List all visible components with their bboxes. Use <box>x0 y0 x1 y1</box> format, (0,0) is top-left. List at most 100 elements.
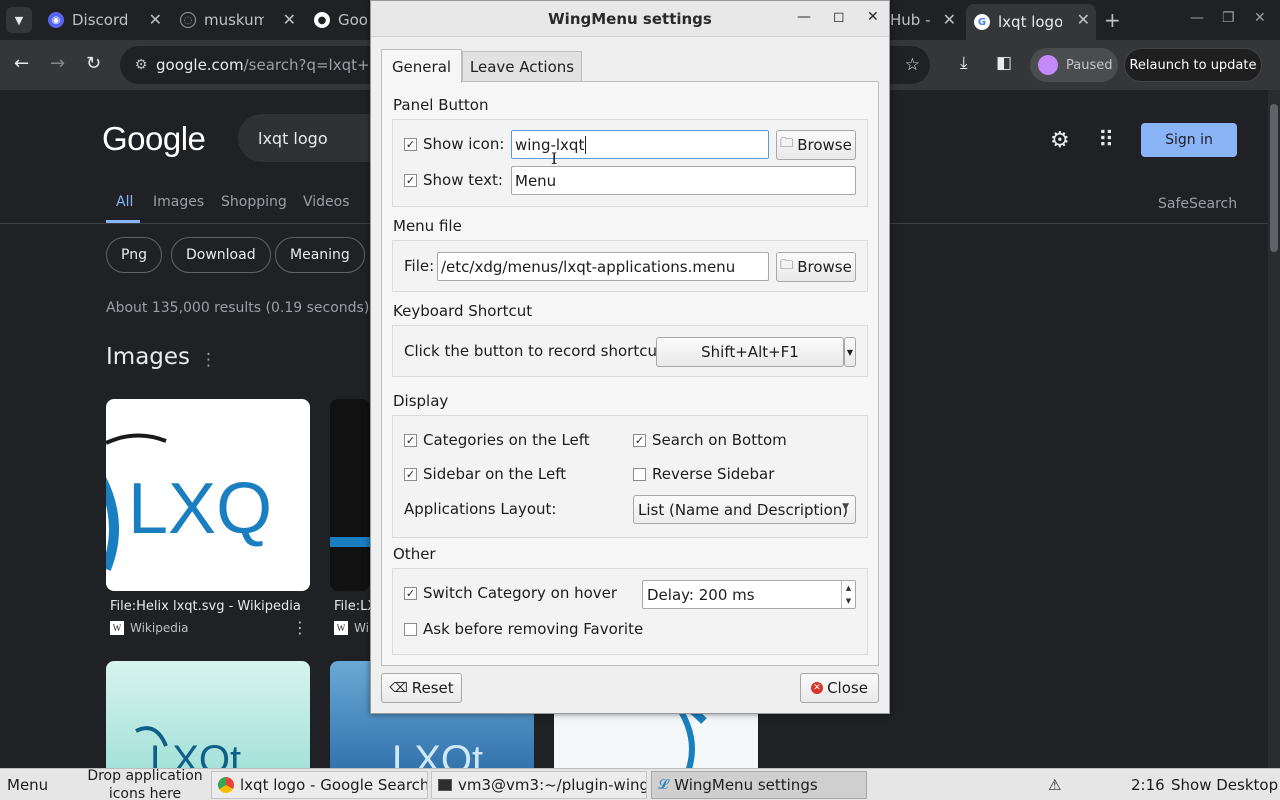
chevron-down-icon: ▼ <box>846 347 854 357</box>
reload-button[interactable]: ↻ <box>86 53 101 74</box>
other-group: ✓ Switch Category on hover Delay: 200 ms… <box>392 568 868 655</box>
minimize-icon[interactable]: — <box>797 9 811 25</box>
show-text-label: Show text: <box>423 171 503 189</box>
shortcut-dropdown-button[interactable]: ▼ <box>844 337 856 367</box>
chip-png[interactable]: Png <box>106 237 162 273</box>
svg-text:LXQ: LXQ <box>128 469 272 549</box>
chip-meaning[interactable]: Meaning <box>275 237 365 273</box>
reset-button[interactable]: ⌫ Reset <box>381 673 462 703</box>
tab-general[interactable]: General <box>381 49 462 83</box>
sidebar-left-label: Sidebar on the Left <box>423 465 567 483</box>
menu-file-input[interactable]: /etc/xdg/menus/lxqt-applications.menu <box>437 252 769 281</box>
more-options-icon[interactable]: ⋮ <box>292 618 308 637</box>
delay-spinbox[interactable]: Delay: 200 ms ▲ ▼ <box>642 580 856 609</box>
image-result-thumbnail[interactable] <box>330 399 370 591</box>
lxqt-logo-image: LXQ <box>106 433 272 571</box>
close-icon[interactable]: ✕ <box>867 9 879 25</box>
browser-tab-github[interactable]: ● Goo <box>306 4 370 36</box>
browser-tab-lxqt-logo[interactable]: G lxqt logo ✕ <box>966 4 1096 40</box>
task-wingmenu-settings[interactable]: 𝓛 WingMenu settings <box>651 771 867 799</box>
categories-left-checkbox[interactable]: ✓ <box>404 434 417 447</box>
quicklaunch-drop-hint: Drop application icons here <box>87 768 203 800</box>
main-menu-button[interactable]: Menu <box>7 769 48 800</box>
close-icon[interactable]: ✕ <box>943 10 956 29</box>
maximize-icon[interactable]: ◻ <box>833 9 845 25</box>
browser-tab-discord[interactable]: ◉ Discord ✕ <box>40 4 168 36</box>
task-chrome[interactable]: lxqt logo - Google Search... <box>211 771 428 799</box>
image-source[interactable]: W Wi <box>334 621 369 635</box>
applications-layout-select[interactable]: List (Name and Description) ▼ <box>633 495 856 524</box>
apps-grid-icon[interactable]: ⠿ <box>1098 128 1114 153</box>
show-desktop-button[interactable]: Show Desktop <box>1171 769 1278 800</box>
back-button[interactable]: ← <box>14 53 29 74</box>
result-stats: About 135,000 results (0.19 seconds) <box>106 300 370 316</box>
close-window-icon[interactable]: ✕ <box>1254 10 1266 26</box>
sign-in-button[interactable]: Sign in <box>1141 123 1237 157</box>
tab-shopping[interactable]: Shopping <box>221 194 287 210</box>
profile-paused-button[interactable]: Paused <box>1030 48 1118 82</box>
icon-name-input[interactable]: wing-lxqt <box>511 130 769 159</box>
chip-download[interactable]: Download <box>171 237 271 273</box>
forward-button[interactable]: → <box>50 53 65 74</box>
page-scrollbar-thumb[interactable] <box>1270 104 1278 252</box>
safesearch-link[interactable]: SafeSearch <box>1158 196 1237 212</box>
browse-icon-button[interactable]: 🗀 Browse <box>776 130 856 160</box>
new-tab-button[interactable]: + <box>1104 8 1121 32</box>
tab-all[interactable]: All <box>116 194 133 210</box>
close-icon[interactable]: ✕ <box>1077 10 1090 29</box>
more-options-icon[interactable]: ⋮ <box>200 350 217 370</box>
switch-hover-checkbox[interactable]: ✓ <box>404 587 417 600</box>
search-bottom-checkbox[interactable]: ✓ <box>633 434 646 447</box>
spin-arrows-icon[interactable]: ▲ ▼ <box>841 581 855 608</box>
relaunch-to-update-button[interactable]: Relaunch to update <box>1124 48 1262 82</box>
close-icon[interactable]: ✕ <box>149 10 162 29</box>
google-logo[interactable]: Google <box>102 120 206 158</box>
download-icon[interactable]: ⤓ <box>960 53 968 73</box>
site-info-icon[interactable]: ⚙ <box>126 57 156 73</box>
browser-tab-muskum[interactable]: ◌ muskum ✕ <box>172 4 302 36</box>
side-panel-icon[interactable]: ◧ <box>996 53 1012 73</box>
image-source[interactable]: W Wikipedia <box>110 621 189 635</box>
image-result-thumbnail[interactable]: LXQ <box>106 399 310 591</box>
show-icon-checkbox[interactable]: ✓ <box>404 138 417 151</box>
image-caption[interactable]: File:Helix lxqt.svg - Wikipedia <box>110 599 301 614</box>
sidebar-left-checkbox[interactable]: ✓ <box>404 468 417 481</box>
chevron-down-icon: ▼ <box>14 13 24 27</box>
wing-icon: 𝓛 <box>658 777 669 793</box>
restore-icon[interactable]: ❐ <box>1222 10 1235 26</box>
notification-icon[interactable]: ⚠ <box>1048 769 1061 800</box>
paused-label: Paused <box>1066 57 1113 73</box>
browser-tab-hub[interactable]: Hub - ✕ <box>890 4 962 36</box>
task-terminal[interactable]: vm3@vm3:~/plugin-wing... <box>431 771 647 799</box>
task-label: vm3@vm3:~/plugin-wing... <box>458 776 647 794</box>
close-icon[interactable]: ✕ <box>283 10 296 29</box>
active-tab-underline <box>106 220 140 223</box>
task-label: lxqt logo - Google Search... <box>240 776 428 794</box>
tab-search-button[interactable]: ▼ <box>6 7 32 33</box>
record-shortcut-button[interactable]: Shift+Alt+F1 <box>656 337 844 367</box>
browse-file-button[interactable]: 🗀 Browse <box>776 252 856 282</box>
settings-gear-icon[interactable]: ⚙ <box>1050 128 1070 153</box>
panel-text-input[interactable]: Menu <box>511 166 856 195</box>
image-art <box>330 537 370 547</box>
show-text-checkbox[interactable]: ✓ <box>404 174 417 187</box>
reverse-sidebar-checkbox[interactable] <box>633 468 646 481</box>
browse-label: Browse <box>797 136 852 154</box>
reset-label: Reset <box>411 679 454 697</box>
show-icon-label: Show icon: <box>423 135 505 153</box>
close-label: Close <box>827 679 868 697</box>
close-button[interactable]: ✕ Close <box>800 673 879 703</box>
clock[interactable]: 2:16 <box>1131 769 1165 800</box>
avatar <box>1038 55 1058 75</box>
ask-remove-favorite-checkbox[interactable] <box>404 623 417 636</box>
image-result-thumbnail[interactable]: LXQt <box>106 661 310 768</box>
tab-images[interactable]: Images <box>153 194 204 210</box>
minimize-icon[interactable]: — <box>1190 10 1204 26</box>
tab-leave-actions[interactable]: Leave Actions <box>462 51 582 82</box>
ask-remove-favorite-label: Ask before removing Favorite <box>423 620 644 638</box>
tab-videos[interactable]: Videos <box>303 194 350 210</box>
bookmark-star-icon[interactable]: ☆ <box>905 55 920 75</box>
tab-label: Leave Actions <box>469 58 575 76</box>
text-cursor-icon: I <box>551 149 558 168</box>
dialog-titlebar[interactable]: WingMenu settings — ◻ ✕ <box>371 1 889 37</box>
